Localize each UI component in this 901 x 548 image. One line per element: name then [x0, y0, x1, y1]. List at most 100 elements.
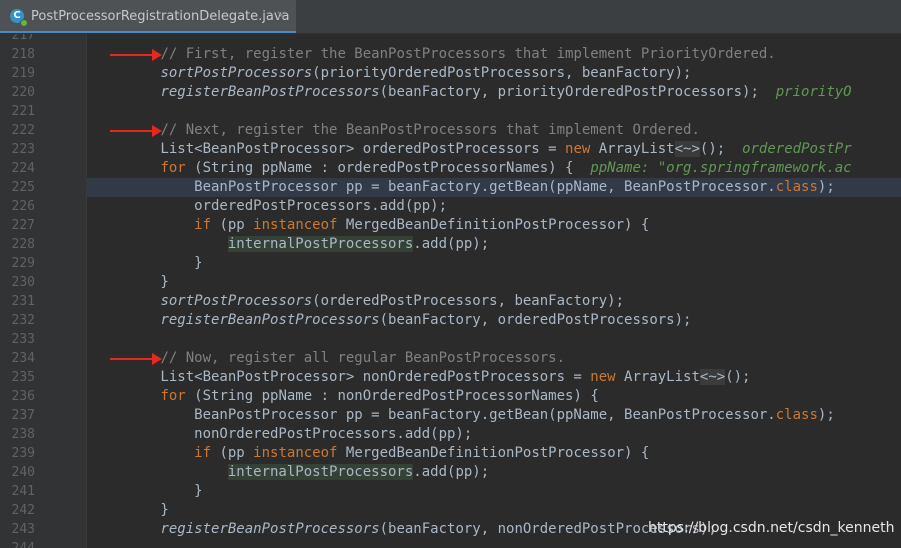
- code-text: if (pp instanceof MergedBeanDefinitionPo…: [93, 216, 649, 235]
- code-line[interactable]: 228 internalPostProcessors.add(pp);: [0, 235, 901, 254]
- code-text: if (pp instanceof MergedBeanDefinitionPo…: [93, 444, 649, 463]
- code-token: for: [160, 160, 186, 176]
- code-token: ();: [725, 369, 751, 385]
- line-number: 243: [11, 522, 35, 537]
- code-text: orderedPostProcessors.add(pp);: [93, 197, 447, 216]
- line-number: 220: [11, 85, 35, 100]
- line-number: 235: [11, 370, 35, 385]
- code-text: }: [93, 501, 169, 520]
- code-line[interactable]: 220 registerBeanPostProcessors(beanFacto…: [0, 83, 901, 102]
- line-number: 230: [11, 275, 35, 290]
- code-token: List<BeanPostProcessor> orderedPostProce…: [93, 141, 566, 157]
- code-token: orderedPostProcessors.add(pp);: [93, 198, 448, 214]
- code-text: List<BeanPostProcessor> nonOrderedPostPr…: [93, 368, 750, 387]
- code-token: }: [93, 502, 169, 518]
- line-number: 228: [11, 237, 35, 252]
- code-token: (pp: [211, 445, 254, 461]
- code-line[interactable]: 234 // Now, register all regular BeanPos…: [0, 349, 901, 368]
- code-token: // Next, register the BeanPostProcessors…: [160, 122, 700, 138]
- code-line[interactable]: 222 // Next, register the BeanPostProces…: [0, 121, 901, 140]
- line-number: 224: [11, 161, 35, 176]
- code-token: if: [194, 445, 212, 461]
- code-text: // Now, register all regular BeanPostPro…: [93, 349, 565, 368]
- code-token: (orderedPostProcessors, beanFactory);: [312, 293, 625, 309]
- code-token: }: [93, 255, 203, 271]
- line-number: 226: [11, 199, 35, 214]
- code-line[interactable]: 226 orderedPostProcessors.add(pp);: [0, 197, 901, 216]
- code-line[interactable]: 238 nonOrderedPostProcessors.add(pp);: [0, 425, 901, 444]
- code-line[interactable]: 229 }: [0, 254, 901, 273]
- code-token: ();: [699, 141, 743, 157]
- code-editor[interactable]: 217 218 // First, register the BeanPostPr…: [0, 34, 901, 548]
- line-number: 237: [11, 408, 35, 423]
- code-line[interactable]: 241 }: [0, 482, 901, 501]
- code-token: );: [817, 407, 835, 423]
- code-line[interactable]: 225 BeanPostProcessor pp = beanFactory.g…: [0, 178, 901, 197]
- code-line[interactable]: 236 for (String ppName : nonOrderedPostP…: [0, 387, 901, 406]
- code-token: MergedBeanDefinitionPostProcessor) {: [337, 445, 650, 461]
- annotation-arrow: [110, 353, 162, 365]
- code-line[interactable]: 244: [0, 539, 901, 548]
- code-token: class: [775, 179, 818, 195]
- code-line[interactable]: 240 internalPostProcessors.add(pp);: [0, 463, 901, 482]
- code-token: sortPostProcessors: [160, 293, 313, 309]
- code-token: BeanPostProcessor pp = beanFactory.getBe…: [93, 407, 776, 423]
- code-line[interactable]: 237 BeanPostProcessor pp = beanFactory.g…: [0, 406, 901, 425]
- line-number: 218: [11, 47, 35, 62]
- annotation-arrow: [110, 49, 162, 61]
- line-number: 227: [11, 218, 35, 233]
- code-token: (beanFactory, priorityOrderedPostProcess…: [379, 84, 776, 100]
- code-line[interactable]: 221: [0, 102, 901, 121]
- code-line[interactable]: 242 }: [0, 501, 901, 520]
- code-token: BeanPostProcessor pp = beanFactory.getBe…: [93, 179, 776, 195]
- code-token: (pp: [211, 217, 254, 233]
- code-text: for (String ppName : nonOrderedPostProce…: [93, 387, 598, 406]
- code-token: class: [775, 407, 818, 423]
- code-line[interactable]: 232 registerBeanPostProcessors(beanFacto…: [0, 311, 901, 330]
- code-line[interactable]: 227 if (pp instanceof MergedBeanDefiniti…: [0, 216, 901, 235]
- code-token: priorityO: [775, 84, 852, 100]
- line-number: 229: [11, 256, 35, 271]
- code-text: internalPostProcessors.add(pp);: [93, 463, 489, 482]
- code-line[interactable]: 218 // First, register the BeanPostProce…: [0, 45, 901, 64]
- code-token: <~>: [699, 369, 726, 385]
- code-text: }: [93, 273, 168, 292]
- code-token: MergedBeanDefinitionPostProcessor) {: [337, 217, 650, 233]
- code-line[interactable]: 223 List<BeanPostProcessor> orderedPostP…: [0, 140, 901, 159]
- code-line[interactable]: 235 List<BeanPostProcessor> nonOrderedPo…: [0, 368, 901, 387]
- code-line[interactable]: 231 sortPostProcessors(orderedPostProces…: [0, 292, 901, 311]
- code-token: (priorityOrderedPostProcessors, beanFact…: [312, 65, 692, 81]
- line-number: 238: [11, 427, 35, 442]
- code-token: .add(pp);: [413, 236, 490, 252]
- code-line[interactable]: 224 for (String ppName : orderedPostProc…: [0, 159, 901, 178]
- code-token: nonOrderedPostProcessors.add(pp);: [93, 426, 473, 442]
- code-line[interactable]: 230 }: [0, 273, 901, 292]
- line-number: 244: [0, 539, 35, 548]
- code-text: List<BeanPostProcessor> orderedPostProce…: [93, 140, 852, 159]
- code-token: (beanFactory, orderedPostProcessors);: [379, 312, 692, 328]
- line-number: 241: [11, 484, 35, 499]
- tab-close-icon[interactable]: ×: [276, 8, 286, 22]
- code-token: }: [93, 483, 203, 499]
- code-line[interactable]: 219 sortPostProcessors(priorityOrderedPo…: [0, 64, 901, 83]
- code-line[interactable]: 217: [0, 34, 901, 45]
- watermark: https://blog.csdn.net/csdn_kenneth: [648, 520, 895, 536]
- code-token: // Now, register all regular BeanPostPro…: [160, 350, 566, 366]
- code-text: // Next, register the BeanPostProcessors…: [93, 121, 700, 140]
- code-token: if: [194, 217, 212, 233]
- tab-postprocessorregistrationdelegate[interactable]: C PostProcessorRegistrationDelegate.java…: [0, 0, 296, 33]
- line-number: 236: [11, 389, 35, 404]
- code-token: instanceof: [253, 445, 338, 461]
- line-number: 225: [11, 180, 35, 195]
- code-line[interactable]: 239 if (pp instanceof MergedBeanDefiniti…: [0, 444, 901, 463]
- code-token: sortPostProcessors: [160, 65, 313, 81]
- code-token: .add(pp);: [413, 464, 490, 480]
- code-line[interactable]: 233: [0, 330, 901, 349]
